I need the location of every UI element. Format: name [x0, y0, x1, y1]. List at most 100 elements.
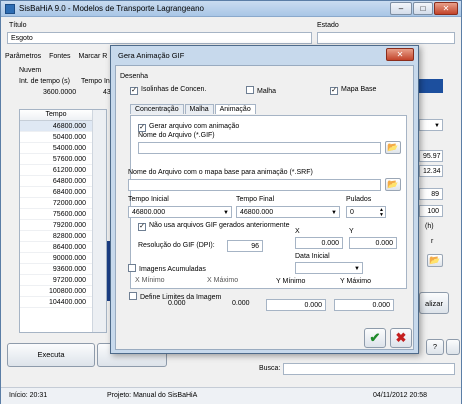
cancel-button[interactable]: ✖ [390, 328, 412, 348]
nome-mapa-input[interactable] [128, 179, 381, 191]
table-row[interactable]: 57600.000 [20, 154, 92, 165]
table-row[interactable]: 75600.000 [20, 209, 92, 220]
tab-animacao[interactable]: Animação [214, 104, 256, 114]
estado-field[interactable] [317, 32, 455, 44]
table-row[interactable]: 104400.000 [20, 297, 92, 308]
spin-down-icon[interactable]: ▼ [379, 213, 384, 218]
table-row[interactable]: 90000.000 [20, 253, 92, 264]
status-inicio: Início: 20:31 [9, 392, 48, 399]
busca-input[interactable] [283, 363, 455, 375]
imagens-acumuladas-checkbox[interactable]: Imagens Acumuladas [128, 264, 206, 273]
data-inicial-label: Data Inicial [295, 253, 330, 260]
imagens-acumuladas-label: Imagens Acumuladas [139, 266, 206, 273]
executa-button[interactable]: Executa [7, 343, 95, 367]
folder-icon: 📂 [387, 179, 399, 189]
x-label: X [295, 228, 300, 235]
tempo-table[interactable]: Tempo 46800.000 50400.000 54000.000 57600.0… [19, 109, 107, 333]
tempo-final-select[interactable]: 46800.000 ▼ [236, 206, 340, 218]
tab-malha[interactable]: Malha [184, 104, 214, 114]
table-row[interactable]: 46800.000 [20, 121, 92, 132]
dialog-titlebar: Gera Animação GIF ✕ [111, 46, 418, 63]
right-value-2[interactable]: 12.34 [419, 165, 443, 177]
folder-icon: 📂 [429, 255, 441, 265]
malha-label: Malha [257, 88, 277, 95]
checkmark-icon: ✔ [369, 330, 381, 345]
tab-parametros[interactable]: Parâmetros [5, 53, 41, 60]
resolucao-label: Resolução do GIF (DPI): [138, 242, 215, 249]
x-maximo-label: X Máximo [207, 277, 239, 284]
animacao-panel: ✓ Gerar arquivo com animação Nome do Arqu… [128, 115, 407, 289]
malha-checkbox[interactable]: Malha [246, 86, 276, 95]
x-minimo-label: X Mínimo [135, 277, 165, 284]
close-button[interactable]: ✕ [434, 2, 458, 15]
titulo-field[interactable]: Esgoto [7, 32, 312, 44]
int-tempo-label: Int. de tempo (s) [19, 78, 70, 85]
atualizar-button[interactable]: alizar [419, 292, 449, 314]
tab-fontes[interactable]: Fontes [49, 53, 70, 60]
table-row[interactable]: 72000.000 [20, 198, 92, 209]
int-tempo-value: 3600.0000 [43, 89, 77, 96]
minimize-button[interactable]: – [390, 2, 412, 15]
app-icon [5, 4, 15, 14]
x-input[interactable]: 0.000 [295, 237, 343, 249]
y-input[interactable]: 0.000 [349, 237, 397, 249]
tempo-inicial-select[interactable]: 46800.000 ▼ [128, 206, 232, 218]
nome-mapa-label: Nome do Arquivo com o mapa base para ani… [128, 169, 313, 176]
isolinhas-checkmark: ✓ [130, 87, 138, 95]
tab-concentracao[interactable]: Concentração [130, 104, 184, 114]
extra-button[interactable] [446, 339, 460, 355]
tempo-ini-label: Tempo Ini [81, 78, 112, 85]
dialog-close-button[interactable]: ✕ [386, 48, 414, 61]
right-value-4[interactable]: 100 [419, 205, 443, 217]
nome-arquivo-browse-button[interactable]: 📂 [385, 141, 401, 154]
table-row[interactable]: 97200.000 [20, 275, 92, 286]
x-maximo-value: 0.000 [232, 300, 250, 307]
status-bar: Início: 20:31 Projeto: Manual do SisBaHi… [1, 387, 461, 404]
nome-arquivo-input[interactable] [138, 142, 381, 154]
table-row[interactable]: 86400.000 [20, 242, 92, 253]
pulados-value: 0 [350, 209, 354, 216]
gerar-checkbox[interactable]: ✓ Gerar arquivo com animação [138, 123, 239, 132]
cancel-x-icon: ✖ [395, 330, 407, 345]
mapa-base-checkbox[interactable]: ✓ Mapa Base [330, 86, 376, 95]
tempo-inicial-value: 46800.000 [132, 209, 166, 216]
y-minimo-input[interactable]: 0.000 [266, 299, 326, 311]
isolinhas-checkbox[interactable]: ✓ Isolinhas de Concen. [130, 86, 206, 95]
maximize-button[interactable]: □ [413, 2, 433, 15]
nome-mapa-browse-button[interactable]: 📂 [385, 178, 401, 191]
malha-checkmark [246, 86, 254, 94]
titulo-label: Título [9, 22, 27, 29]
tempo-scrollbar[interactable] [92, 110, 106, 332]
right-value-1[interactable]: 95.97 [419, 150, 443, 162]
table-row[interactable]: 50400.000 [20, 132, 92, 143]
right-folder-button[interactable]: 📂 [427, 254, 443, 267]
mapa-base-label: Mapa Base [341, 86, 377, 93]
tab-marcar[interactable]: Marcar R [79, 53, 108, 60]
table-row[interactable]: 64800.000 [20, 176, 92, 187]
help-button[interactable]: ? [426, 339, 444, 355]
y-maximo-label: Y Máximo [340, 278, 371, 285]
dialog-tabs: Concentração Malha Animação [130, 104, 256, 114]
gerar-label: Gerar arquivo com animação [149, 123, 240, 130]
table-row[interactable]: 54000.000 [20, 143, 92, 154]
mapa-base-checkmark: ✓ [330, 87, 338, 95]
table-row[interactable]: 79200.000 [20, 220, 92, 231]
folder-icon: 📂 [387, 142, 399, 152]
table-row[interactable]: 61200.000 [20, 165, 92, 176]
y-maximo-input[interactable]: 0.000 [334, 299, 394, 311]
table-row[interactable]: 93600.000 [20, 264, 92, 275]
logo-graphic [419, 79, 443, 93]
nao-usa-checkbox[interactable]: ✓ Não usa arquivos GIF gerados anteriorme… [138, 222, 289, 231]
data-inicial-select[interactable]: ▼ [295, 262, 363, 274]
right-label-r: r [431, 238, 434, 245]
ok-button[interactable]: ✔ [364, 328, 386, 348]
table-row[interactable]: 82800.000 [20, 231, 92, 242]
right-combo[interactable]: ▼ [419, 119, 443, 131]
pulados-spinner[interactable]: 0 ▲ ▼ [346, 206, 386, 218]
nao-usa-checkmark: ✓ [138, 223, 146, 231]
table-row[interactable]: 100800.000 [20, 286, 92, 297]
dialog-title: Gera Animação GIF [118, 51, 185, 60]
right-value-3[interactable]: 89 [419, 188, 443, 200]
resolucao-input[interactable]: 96 [227, 240, 263, 252]
table-row[interactable]: 68400.000 [20, 187, 92, 198]
